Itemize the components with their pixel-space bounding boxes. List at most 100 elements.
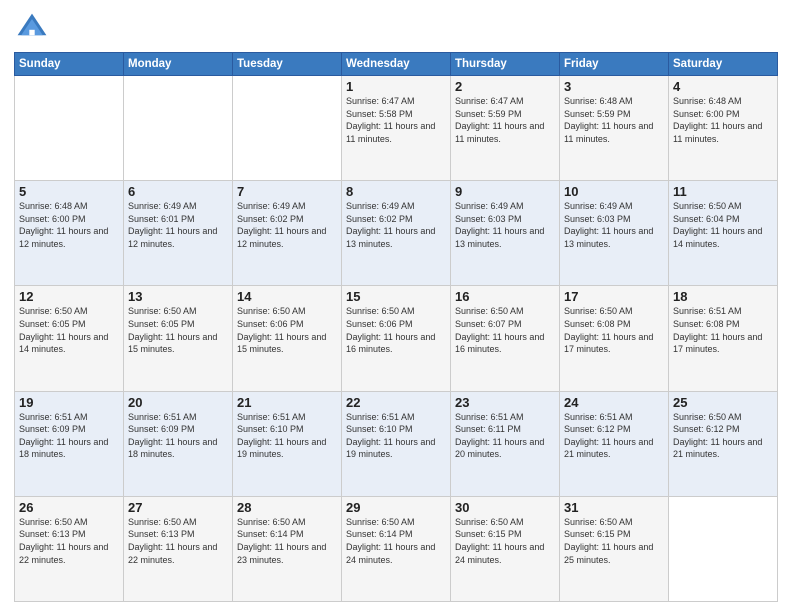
weekday-header-wednesday: Wednesday — [342, 53, 451, 76]
calendar-cell: 20 Sunrise: 6:51 AMSunset: 6:09 PMDayligh… — [124, 391, 233, 496]
calendar-cell: 15 Sunrise: 6:50 AMSunset: 6:06 PMDayligh… — [342, 286, 451, 391]
day-number: 11 — [673, 184, 773, 199]
calendar-cell: 6Sunrise: 6:49 AMSunset: 6:01 PMDaylight… — [124, 181, 233, 286]
day-number: 4 — [673, 79, 773, 94]
day-info: Sunrise: 6:50 AMSunset: 6:08 PMDaylight:… — [564, 306, 653, 354]
calendar-cell: 23Sunrise: 6:51 AMSunset: 6:11 PMDayligh… — [451, 391, 560, 496]
page: SundayMondayTuesdayWednesdayThursdayFrid… — [0, 0, 792, 612]
day-number: 13 — [128, 289, 228, 304]
day-info: Sunrise: 6:49 AMSunset: 6:02 PMDaylight:… — [346, 201, 435, 249]
day-number: 31 — [564, 500, 664, 515]
weekday-header-saturday: Saturday — [669, 53, 778, 76]
weekday-header-friday: Friday — [560, 53, 669, 76]
day-info: Sunrise: 6:48 AMSunset: 5:59 PMDaylight:… — [564, 96, 653, 144]
weekday-header-row: SundayMondayTuesdayWednesdayThursdayFrid… — [15, 53, 778, 76]
day-info: Sunrise: 6:50 AMSunset: 6:07 PMDaylight:… — [455, 306, 544, 354]
calendar-cell: 13 Sunrise: 6:50 AMSunset: 6:05 PMDayligh… — [124, 286, 233, 391]
day-info: Sunrise: 6:49 AMSunset: 6:03 PMDaylight:… — [564, 201, 653, 249]
calendar-cell — [15, 76, 124, 181]
calendar-cell: 17 Sunrise: 6:50 AMSunset: 6:08 PMDayligh… — [560, 286, 669, 391]
weekday-header-tuesday: Tuesday — [233, 53, 342, 76]
calendar-cell: 22 Sunrise: 6:51 AMSunset: 6:10 PMDayligh… — [342, 391, 451, 496]
calendar-cell: 25Sunrise: 6:50 AMSunset: 6:12 PMDayligh… — [669, 391, 778, 496]
calendar-cell — [124, 76, 233, 181]
day-number: 9 — [455, 184, 555, 199]
calendar-cell: 2Sunrise: 6:47 AMSunset: 5:59 PMDaylight… — [451, 76, 560, 181]
day-info: Sunrise: 6:47 AMSunset: 5:58 PMDaylight:… — [346, 96, 435, 144]
day-number: 28 — [237, 500, 337, 515]
day-number: 20 — [128, 395, 228, 410]
calendar-cell: 31 Sunrise: 6:50 AMSunset: 6:15 PMDayligh… — [560, 496, 669, 601]
day-info: Sunrise: 6:50 AMSunset: 6:15 PMDaylight:… — [564, 517, 653, 565]
calendar-cell: 12 Sunrise: 6:50 AMSunset: 6:05 PMDayligh… — [15, 286, 124, 391]
calendar-cell: 27Sunrise: 6:50 AMSunset: 6:13 PMDayligh… — [124, 496, 233, 601]
calendar-cell: 19 Sunrise: 6:51 AMSunset: 6:09 PMDayligh… — [15, 391, 124, 496]
day-number: 12 — [19, 289, 119, 304]
weekday-header-monday: Monday — [124, 53, 233, 76]
week-row-5: 26Sunrise: 6:50 AMSunset: 6:13 PMDayligh… — [15, 496, 778, 601]
calendar-cell: 28 Sunrise: 6:50 AMSunset: 6:14 PMDayligh… — [233, 496, 342, 601]
day-number: 22 — [346, 395, 446, 410]
day-info: Sunrise: 6:51 AMSunset: 6:10 PMDaylight:… — [346, 412, 435, 460]
calendar-cell: 16 Sunrise: 6:50 AMSunset: 6:07 PMDayligh… — [451, 286, 560, 391]
day-info: Sunrise: 6:50 AMSunset: 6:04 PMDaylight:… — [673, 201, 762, 249]
calendar-cell: 7 Sunrise: 6:49 AMSunset: 6:02 PMDaylight… — [233, 181, 342, 286]
calendar-table: SundayMondayTuesdayWednesdayThursdayFrid… — [14, 52, 778, 602]
day-number: 10 — [564, 184, 664, 199]
day-info: Sunrise: 6:50 AMSunset: 6:06 PMDaylight:… — [346, 306, 435, 354]
day-number: 14 — [237, 289, 337, 304]
day-number: 3 — [564, 79, 664, 94]
calendar-cell: 14 Sunrise: 6:50 AMSunset: 6:06 PMDayligh… — [233, 286, 342, 391]
header — [14, 10, 778, 46]
weekday-header-thursday: Thursday — [451, 53, 560, 76]
day-number: 1 — [346, 79, 446, 94]
calendar-cell: 30 Sunrise: 6:50 AMSunset: 6:15 PMDayligh… — [451, 496, 560, 601]
calendar-cell: 11 Sunrise: 6:50 AMSunset: 6:04 PMDayligh… — [669, 181, 778, 286]
calendar-cell — [233, 76, 342, 181]
day-info: Sunrise: 6:50 AMSunset: 6:06 PMDaylight:… — [237, 306, 326, 354]
day-number: 21 — [237, 395, 337, 410]
day-number: 19 — [19, 395, 119, 410]
logo-icon — [14, 10, 50, 46]
calendar-cell: 3 Sunrise: 6:48 AMSunset: 5:59 PMDaylight… — [560, 76, 669, 181]
day-number: 24 — [564, 395, 664, 410]
day-number: 7 — [237, 184, 337, 199]
day-info: Sunrise: 6:49 AMSunset: 6:01 PMDaylight:… — [128, 201, 217, 249]
calendar-cell: 29 Sunrise: 6:50 AMSunset: 6:14 PMDayligh… — [342, 496, 451, 601]
day-info: Sunrise: 6:51 AMSunset: 6:11 PMDaylight:… — [455, 412, 544, 460]
day-info: Sunrise: 6:50 AMSunset: 6:15 PMDaylight:… — [455, 517, 544, 565]
week-row-4: 19 Sunrise: 6:51 AMSunset: 6:09 PMDayligh… — [15, 391, 778, 496]
day-info: Sunrise: 6:47 AMSunset: 5:59 PMDaylight:… — [455, 96, 544, 144]
week-row-3: 12 Sunrise: 6:50 AMSunset: 6:05 PMDayligh… — [15, 286, 778, 391]
day-number: 16 — [455, 289, 555, 304]
day-info: Sunrise: 6:50 AMSunset: 6:05 PMDaylight:… — [19, 306, 108, 354]
day-number: 26 — [19, 500, 119, 515]
calendar-cell: 24 Sunrise: 6:51 AMSunset: 6:12 PMDayligh… — [560, 391, 669, 496]
day-info: Sunrise: 6:50 AMSunset: 6:14 PMDaylight:… — [237, 517, 326, 565]
day-number: 8 — [346, 184, 446, 199]
day-info: Sunrise: 6:51 AMSunset: 6:09 PMDaylight:… — [128, 412, 217, 460]
day-info: Sunrise: 6:51 AMSunset: 6:09 PMDaylight:… — [19, 412, 108, 460]
day-info: Sunrise: 6:51 AMSunset: 6:12 PMDaylight:… — [564, 412, 653, 460]
day-number: 29 — [346, 500, 446, 515]
day-number: 17 — [564, 289, 664, 304]
calendar-cell: 5Sunrise: 6:48 AMSunset: 6:00 PMDaylight… — [15, 181, 124, 286]
day-info: Sunrise: 6:49 AMSunset: 6:03 PMDaylight:… — [455, 201, 544, 249]
week-row-2: 5Sunrise: 6:48 AMSunset: 6:00 PMDaylight… — [15, 181, 778, 286]
logo — [14, 10, 54, 46]
day-info: Sunrise: 6:51 AMSunset: 6:08 PMDaylight:… — [673, 306, 762, 354]
day-number: 27 — [128, 500, 228, 515]
calendar-cell — [669, 496, 778, 601]
day-number: 15 — [346, 289, 446, 304]
calendar-cell: 26Sunrise: 6:50 AMSunset: 6:13 PMDayligh… — [15, 496, 124, 601]
day-number: 30 — [455, 500, 555, 515]
day-number: 5 — [19, 184, 119, 199]
calendar-cell: 4Sunrise: 6:48 AMSunset: 6:00 PMDaylight… — [669, 76, 778, 181]
calendar-cell: 21Sunrise: 6:51 AMSunset: 6:10 PMDayligh… — [233, 391, 342, 496]
calendar-cell: 1 Sunrise: 6:47 AMSunset: 5:58 PMDaylight… — [342, 76, 451, 181]
day-number: 18 — [673, 289, 773, 304]
day-info: Sunrise: 6:50 AMSunset: 6:05 PMDaylight:… — [128, 306, 217, 354]
day-info: Sunrise: 6:50 AMSunset: 6:14 PMDaylight:… — [346, 517, 435, 565]
day-info: Sunrise: 6:49 AMSunset: 6:02 PMDaylight:… — [237, 201, 326, 249]
calendar-cell: 10 Sunrise: 6:49 AMSunset: 6:03 PMDayligh… — [560, 181, 669, 286]
